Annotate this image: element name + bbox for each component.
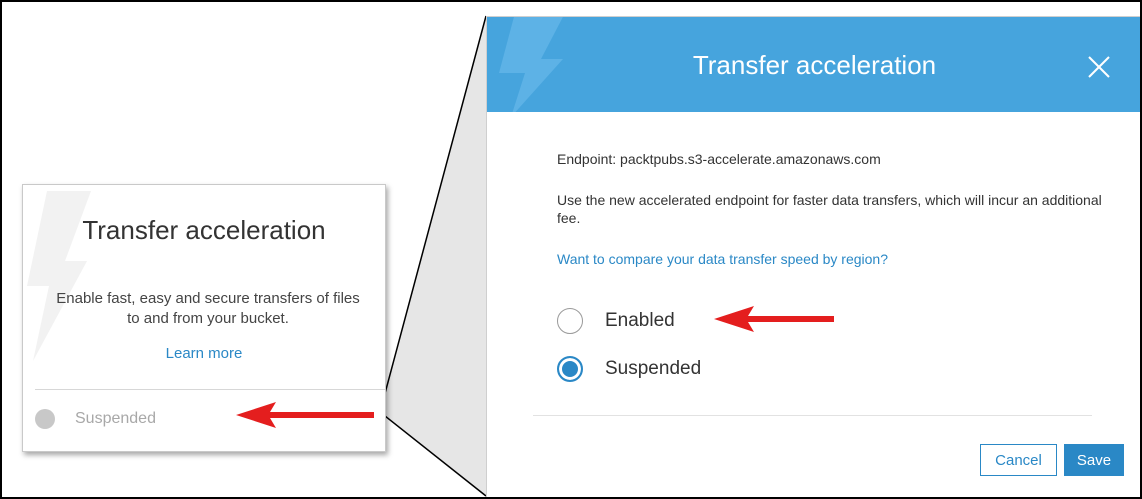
radio-label-suspended: Suspended [605,358,702,379]
dialog-header: Transfer acceleration [487,17,1140,112]
compare-speed-link[interactable]: Want to compare your data transfer speed… [557,251,888,267]
screenshot-frame: Transfer acceleration Enable fast, easy … [0,0,1142,499]
dialog-description: Use the new accelerated endpoint for fas… [557,192,1102,226]
close-icon[interactable] [1087,55,1111,79]
card-description: Enable fast, easy and secure transfers o… [56,290,360,327]
dialog-title: Transfer acceleration [692,50,937,80]
save-button[interactable]: Save [1064,444,1124,476]
cancel-button[interactable]: Cancel [980,444,1057,476]
card-status: Suspended [35,409,156,429]
red-arrow-icon [714,306,834,332]
card-divider [35,389,385,390]
radio-button-enabled[interactable] [557,308,583,334]
endpoint-text: Endpoint: packtpubs.s3-accelerate.amazon… [557,151,881,167]
red-arrow-icon [236,402,374,428]
status-dot-icon [35,409,55,429]
transfer-acceleration-dialog: Transfer acceleration Endpoint: packtpub… [486,16,1140,497]
card-title: Transfer acceleration [82,215,326,245]
dialog-divider [533,415,1092,416]
radio-button-suspended[interactable] [557,356,583,382]
radio-option-suspended[interactable]: Suspended [557,356,701,382]
radio-option-enabled[interactable]: Enabled [557,308,675,334]
learn-more-link[interactable]: Learn more [23,345,385,362]
card-status-label: Suspended [75,410,156,427]
radio-label-enabled: Enabled [605,310,675,331]
